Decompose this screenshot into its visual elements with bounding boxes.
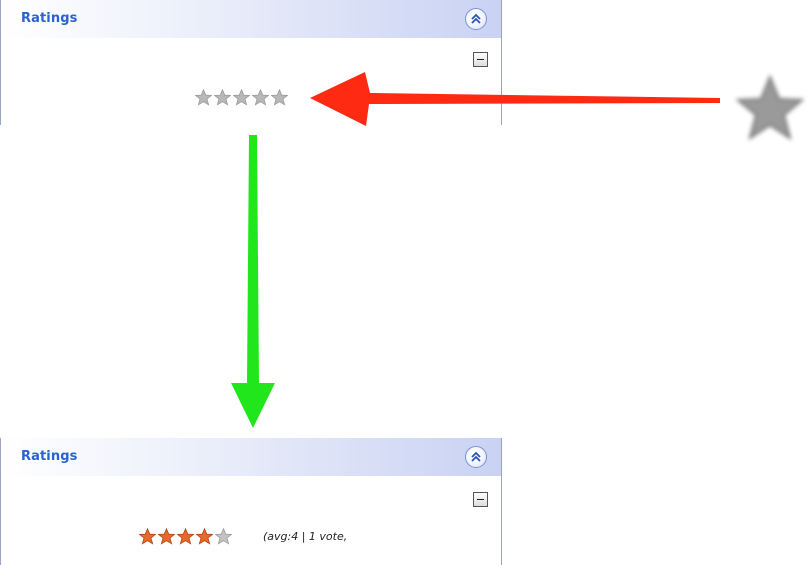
star-icon[interactable]: [158, 528, 175, 545]
ratings-panel-bottom: Ratings (avg:4 | 1 vote,: [0, 438, 502, 565]
ratings-panel-top: Ratings: [0, 0, 502, 125]
rating-average-text: (avg:4 | 1 vote,: [263, 530, 348, 543]
minimize-button[interactable]: [473, 52, 488, 67]
double-chevron-up-icon: [471, 451, 481, 462]
star-icon[interactable]: [139, 528, 156, 545]
collapse-button[interactable]: [465, 446, 487, 468]
star-icon[interactable]: [215, 528, 232, 545]
double-chevron-up-icon: [471, 13, 481, 24]
panel-title: Ratings: [21, 11, 78, 26]
panel-header: Ratings: [1, 0, 501, 38]
star-icon[interactable]: [177, 528, 194, 545]
star-icon[interactable]: [233, 89, 250, 106]
green-arrow: [231, 135, 275, 428]
collapse-button[interactable]: [465, 8, 487, 30]
panel-header: Ratings: [1, 438, 501, 476]
star-rating: [195, 89, 288, 106]
star-icon[interactable]: [196, 528, 213, 545]
star-rating: [139, 528, 232, 545]
star-icon[interactable]: [271, 89, 288, 106]
minimize-button[interactable]: [473, 492, 488, 507]
panel-title: Ratings: [21, 449, 78, 464]
star-icon[interactable]: [195, 89, 212, 106]
star-icon: [735, 74, 805, 141]
star-icon[interactable]: [214, 89, 231, 106]
star-icon[interactable]: [252, 89, 269, 106]
